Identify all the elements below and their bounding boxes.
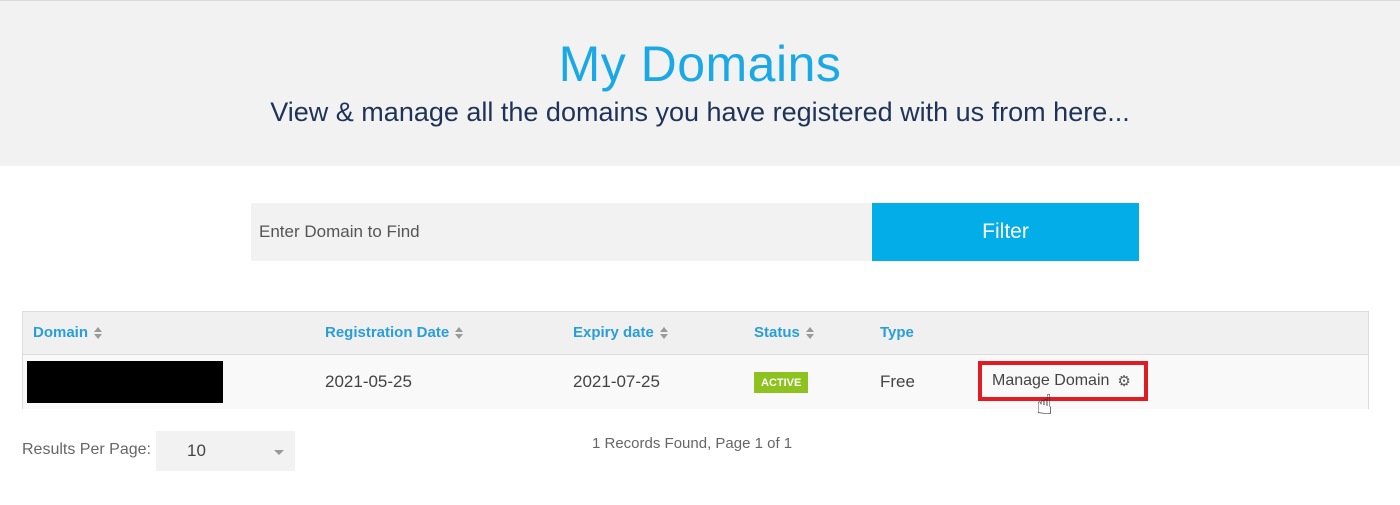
domain-column-label: Domain	[33, 324, 89, 341]
registration-date-cell: 2021-05-25	[325, 372, 412, 391]
expiry-date-column-label: Expiry date	[573, 324, 654, 341]
sort-icon	[455, 326, 464, 339]
manage-domain-label: Manage Domain	[992, 372, 1110, 389]
registration-date-column-label: Registration Date	[325, 324, 450, 341]
domain-column-header[interactable]: Domain	[33, 324, 103, 341]
status-column-label: Status	[754, 324, 800, 341]
domain-search: Filter	[251, 203, 1139, 261]
caret-down-icon	[274, 450, 284, 455]
manage-domain-button[interactable]: Manage Domain ⚙	[978, 361, 1148, 401]
sort-icon	[659, 326, 668, 339]
domain-search-input[interactable]	[251, 203, 872, 261]
page-header: My Domains View & manage all the domains…	[0, 0, 1400, 166]
results-per-page-label: Results Per Page:	[22, 441, 151, 458]
type-cell: Free	[880, 372, 915, 391]
domains-table: Domain Registration Date Expiry date Sta…	[22, 311, 1369, 409]
registration-date-column-header[interactable]: Registration Date	[325, 324, 464, 341]
sort-icon	[805, 326, 814, 339]
redacted-domain-name	[27, 361, 223, 403]
page-subtitle: View & manage all the domains you have r…	[270, 97, 1130, 127]
table-header: Domain Registration Date Expiry date Sta…	[23, 312, 1368, 355]
records-summary: 1 Records Found, Page 1 of 1	[592, 435, 793, 452]
page-title: My Domains	[558, 36, 842, 92]
type-column-label: Type	[880, 324, 914, 341]
results-per-page-select[interactable]: 10	[156, 431, 295, 471]
gear-icon: ⚙	[1117, 372, 1131, 390]
expiry-date-cell: 2021-07-25	[573, 372, 660, 391]
results-per-page-value: 10	[187, 441, 206, 460]
table-row: 2021-05-25 2021-07-25 ACTIVE Free Manage…	[23, 355, 1368, 409]
expiry-date-column-header[interactable]: Expiry date	[573, 324, 668, 341]
type-column-header: Type	[880, 324, 914, 341]
sort-icon	[94, 326, 103, 339]
status-badge: ACTIVE	[754, 372, 809, 393]
hand-cursor-icon: ☝	[1036, 389, 1054, 420]
filter-button[interactable]: Filter	[872, 203, 1139, 261]
status-column-header[interactable]: Status	[754, 324, 814, 341]
